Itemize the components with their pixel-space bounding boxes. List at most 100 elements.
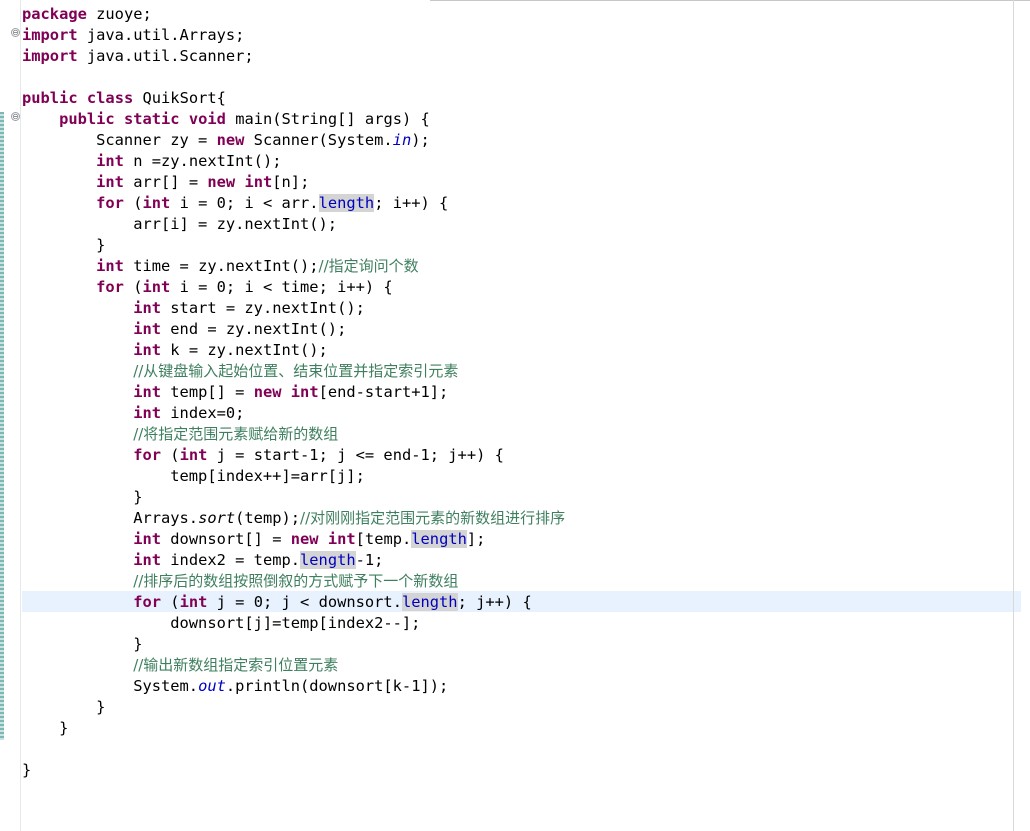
code-token: ( [123, 194, 143, 212]
code-token: import [22, 26, 78, 44]
code-line[interactable]: Arrays.sort(temp);//对刚刚指定范围元素的新数组进行排序 [22, 508, 565, 529]
code-line[interactable]: int index2 = temp.length-1; [22, 550, 565, 571]
code-token: static [123, 110, 180, 128]
code-line[interactable]: } [22, 634, 565, 655]
code-line[interactable]: int n =zy.nextInt(); [22, 151, 565, 172]
code-token: j = start-1; j <= end-1; j++) { [207, 446, 504, 464]
code-token: [n]; [272, 173, 310, 191]
code-line[interactable]: } [22, 718, 565, 739]
code-line[interactable]: import java.util.Scanner; [22, 46, 565, 67]
code-line[interactable]: int index=0; [22, 403, 565, 424]
code-line[interactable]: ​ [22, 67, 565, 88]
code-token: for [133, 446, 162, 464]
code-token: new [207, 173, 236, 191]
code-token: int [244, 173, 273, 191]
code-line[interactable]: int temp[] = new int[end-start+1]; [22, 382, 565, 403]
code-token: out [198, 677, 226, 695]
code-token: int [133, 404, 162, 422]
code-token: int [133, 383, 162, 401]
code-line[interactable]: //将指定范围元素赋给新的数组 [22, 424, 565, 445]
code-token: i = 0; i < arr. [170, 194, 319, 212]
code-line[interactable]: for (int j = start-1; j <= end-1; j++) { [22, 445, 565, 466]
code-token: int [133, 299, 162, 317]
code-token: Scanner(System. [244, 131, 393, 149]
code-token: k = zy.nextInt(); [161, 341, 328, 359]
code-line[interactable]: } [22, 760, 565, 781]
code-line[interactable]: //从键盘输入起始位置、结束位置并指定索引元素 [22, 361, 565, 382]
code-line[interactable]: downsort[j]=temp[index2--]; [22, 613, 565, 634]
code-line[interactable]: //输出新数组指定索引位置元素 [22, 655, 565, 676]
code-token: QuikSort{ [133, 89, 226, 107]
code-line[interactable]: arr[i] = zy.nextInt(); [22, 214, 565, 235]
editor-top-border [430, 0, 1030, 3]
code-token: int [327, 530, 356, 548]
code-line[interactable]: import java.util.Arrays; [22, 25, 565, 46]
code-line[interactable]: } [22, 487, 565, 508]
code-token: ( [161, 593, 180, 611]
code-text-area[interactable]: package zuoye; import java.util.Arrays; im… [22, 4, 565, 781]
code-token: //从键盘输入起始位置、结束位置并指定索引元素 [133, 362, 459, 380]
code-line[interactable]: int k = zy.nextInt(); [22, 340, 565, 361]
code-line[interactable]: //排序后的数组按照倒叙的方式赋予下一个新数组 [22, 571, 565, 592]
fold-collapse-icon[interactable]: ⊖ [11, 28, 20, 37]
code-editor[interactable]: ⊖ ⊖ package zuoye; import java.util.Array… [0, 0, 1030, 831]
code-token: n =zy.nextInt(); [123, 152, 282, 170]
code-token: java.util.Arrays; [77, 26, 245, 44]
code-line[interactable]: } [22, 697, 565, 718]
code-token: //排序后的数组按照倒叙的方式赋予下一个新数组 [133, 572, 459, 590]
code-line[interactable]: int downsort[] = new int[temp.length]; [22, 529, 565, 550]
code-line[interactable]: public static void main(String[] args) { [22, 109, 565, 130]
code-token: int [133, 341, 162, 359]
code-line[interactable]: public class QuikSort{ [22, 88, 565, 109]
code-line[interactable]: package zuoye; [22, 4, 565, 25]
code-token: System. [22, 677, 199, 695]
code-token: public [59, 110, 115, 128]
code-line[interactable]: System.out.println(downsort[k-1]); [22, 676, 565, 697]
code-token: [temp. [355, 530, 412, 548]
code-line[interactable]: for (int j = 0; j < downsort.length; j++… [22, 592, 565, 613]
code-line[interactable]: ​ [22, 739, 565, 760]
code-line[interactable]: Scanner zy = new Scanner(System.in); [22, 130, 565, 151]
code-token: length [300, 551, 356, 569]
code-line[interactable]: int arr[] = new int[n]; [22, 172, 565, 193]
code-line[interactable]: for (int i = 0; i < arr.length; i++) { [22, 193, 565, 214]
fold-collapse-icon[interactable]: ⊖ [11, 112, 20, 121]
code-line[interactable]: temp[index++]=arr[j]; [22, 466, 565, 487]
code-token: int [96, 257, 124, 275]
code-token: new [216, 131, 245, 149]
code-token: -1; [355, 551, 384, 569]
code-token: package [22, 5, 87, 23]
code-token: int [179, 446, 208, 464]
code-token: for [133, 593, 162, 611]
code-token: [end-start+1]; [318, 383, 449, 401]
code-token: (temp); [235, 509, 301, 527]
code-token: class [86, 89, 134, 107]
code-token: arr[i] = zy.nextInt(); [22, 215, 338, 233]
code-line[interactable]: int time = zy.nextInt();//指定询问个数 [22, 256, 565, 277]
code-token: temp[index++]=arr[j]; [22, 467, 365, 485]
code-token: } [22, 761, 32, 779]
code-line[interactable]: int start = zy.nextInt(); [22, 298, 565, 319]
code-token: //对刚刚指定范围元素的新数组进行排序 [300, 509, 566, 527]
code-token: Arrays. [22, 509, 199, 527]
code-token: end = zy.nextInt(); [161, 320, 347, 338]
code-line[interactable]: int end = zy.nextInt(); [22, 319, 565, 340]
code-token: sort [198, 509, 236, 527]
code-token: time = zy.nextInt(); [123, 257, 319, 275]
code-token: ( [123, 278, 143, 296]
code-token: int [133, 551, 162, 569]
code-token: } [22, 488, 143, 506]
code-line[interactable]: for (int i = 0; i < time; i++) { [22, 277, 565, 298]
code-line[interactable]: } [22, 235, 565, 256]
